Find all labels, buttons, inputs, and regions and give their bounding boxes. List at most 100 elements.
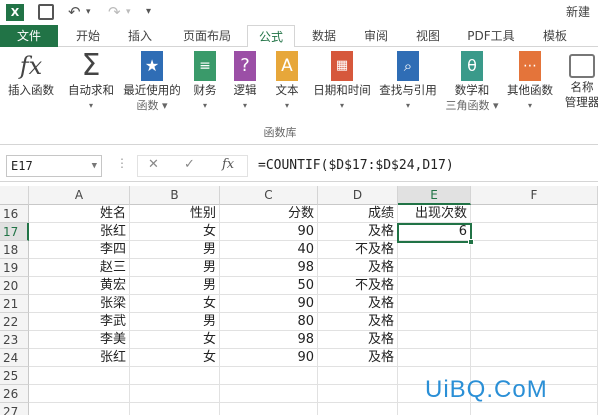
tab-page-layout[interactable]: 页面布局 bbox=[172, 25, 242, 47]
autosum-button[interactable]: Σ 自动求和 ▾ bbox=[64, 51, 118, 113]
cell-a[interactable] bbox=[29, 385, 130, 403]
cell-a[interactable]: 姓名 bbox=[29, 205, 130, 223]
cell-c[interactable]: 90 bbox=[220, 223, 318, 241]
cell-a[interactable] bbox=[29, 403, 130, 415]
date-time-button[interactable]: ▦ 日期和时间 ▾ bbox=[308, 51, 376, 113]
row-header[interactable]: 23 bbox=[0, 331, 29, 349]
cell-f[interactable] bbox=[471, 277, 598, 295]
customize-toolbar-icon[interactable]: ▾ bbox=[146, 3, 151, 21]
cell-d[interactable]: 及格 bbox=[318, 259, 398, 277]
tab-data[interactable]: 数据 bbox=[303, 25, 345, 47]
cell-c[interactable]: 98 bbox=[220, 331, 318, 349]
tab-formulas[interactable]: 公式 bbox=[247, 25, 295, 48]
cell-c[interactable]: 50 bbox=[220, 277, 318, 295]
cell-f[interactable] bbox=[471, 313, 598, 331]
insert-function-icon[interactable]: fx bbox=[222, 157, 234, 172]
cell-e[interactable]: 出现次数 bbox=[398, 205, 471, 223]
row-header[interactable]: 26 bbox=[0, 385, 29, 403]
cell-b[interactable]: 女 bbox=[130, 349, 220, 367]
cell-f[interactable] bbox=[471, 205, 598, 223]
cell-c[interactable]: 40 bbox=[220, 241, 318, 259]
cell-b[interactable]: 女 bbox=[130, 331, 220, 349]
enter-icon[interactable]: ✓ bbox=[184, 157, 195, 172]
cell-c[interactable]: 90 bbox=[220, 295, 318, 313]
cell-c[interactable]: 分数 bbox=[220, 205, 318, 223]
cell-b[interactable] bbox=[130, 403, 220, 415]
cell-d[interactable]: 及格 bbox=[318, 295, 398, 313]
column-header-f[interactable]: F bbox=[471, 186, 598, 205]
redo-dropdown-icon[interactable]: ▾ bbox=[126, 3, 131, 21]
cell-a[interactable]: 李四 bbox=[29, 241, 130, 259]
redo-icon[interactable]: ↷ bbox=[108, 3, 121, 21]
cell-d[interactable]: 及格 bbox=[318, 331, 398, 349]
tab-pdf-tools[interactable]: PDF工具 bbox=[460, 25, 522, 47]
cell-b[interactable]: 性别 bbox=[130, 205, 220, 223]
cell-a[interactable]: 张梁 bbox=[29, 295, 130, 313]
cell-f[interactable] bbox=[471, 259, 598, 277]
text-button[interactable]: A 文本 ▾ bbox=[270, 51, 304, 113]
cell-a[interactable]: 张红 bbox=[29, 223, 130, 241]
cancel-icon[interactable]: ✕ bbox=[148, 157, 159, 172]
save-icon[interactable] bbox=[38, 4, 54, 20]
tab-templates[interactable]: 模板 bbox=[532, 25, 578, 47]
row-header[interactable]: 22 bbox=[0, 313, 29, 331]
cell-e[interactable] bbox=[398, 277, 471, 295]
financial-button[interactable]: ≡ 财务 ▾ bbox=[188, 51, 222, 113]
row-header[interactable]: 16 bbox=[0, 205, 29, 223]
row-header[interactable]: 17 bbox=[0, 223, 29, 241]
tab-home[interactable]: 开始 bbox=[66, 25, 110, 47]
fill-handle[interactable] bbox=[468, 239, 474, 245]
cell-e[interactable] bbox=[398, 331, 471, 349]
cell-c[interactable] bbox=[220, 403, 318, 415]
row-header[interactable]: 18 bbox=[0, 241, 29, 259]
cell-b[interactable]: 男 bbox=[130, 313, 220, 331]
cell-a[interactable] bbox=[29, 367, 130, 385]
lookup-reference-button[interactable]: ⌕ 查找与引用 ▾ bbox=[376, 51, 440, 113]
cell-c[interactable]: 80 bbox=[220, 313, 318, 331]
cell-b[interactable]: 男 bbox=[130, 259, 220, 277]
row-header[interactable]: 27 bbox=[0, 403, 29, 415]
cell-d[interactable]: 及格 bbox=[318, 313, 398, 331]
cell-f[interactable] bbox=[471, 349, 598, 367]
tab-review[interactable]: 审阅 bbox=[355, 25, 397, 47]
cell-d[interactable] bbox=[318, 403, 398, 415]
cell-d[interactable]: 不及格 bbox=[318, 277, 398, 295]
cell-d[interactable] bbox=[318, 385, 398, 403]
cell-b[interactable] bbox=[130, 385, 220, 403]
name-box-dropdown-icon[interactable]: ▼ bbox=[92, 156, 97, 176]
cell-c[interactable]: 90 bbox=[220, 349, 318, 367]
column-header-d[interactable]: D bbox=[318, 186, 398, 205]
cell-f[interactable] bbox=[471, 403, 598, 415]
undo-icon[interactable]: ↶ bbox=[68, 3, 81, 21]
cell-b[interactable]: 男 bbox=[130, 277, 220, 295]
recently-used-button[interactable]: ★ 最近使用的 函数 ▾ bbox=[120, 51, 184, 113]
more-functions-button[interactable]: ⋯ 其他函数 ▾ bbox=[502, 51, 558, 113]
column-header-a[interactable]: A bbox=[29, 186, 130, 205]
cell-f[interactable] bbox=[471, 331, 598, 349]
cell-e[interactable] bbox=[398, 241, 471, 259]
cell-e[interactable] bbox=[398, 313, 471, 331]
column-header-b[interactable]: B bbox=[130, 186, 220, 205]
cell-a[interactable]: 张红 bbox=[29, 349, 130, 367]
cell-d[interactable] bbox=[318, 367, 398, 385]
cell-c[interactable] bbox=[220, 385, 318, 403]
undo-dropdown-icon[interactable]: ▾ bbox=[86, 3, 91, 21]
cell-c[interactable] bbox=[220, 367, 318, 385]
cell-b[interactable]: 男 bbox=[130, 241, 220, 259]
cell-d[interactable]: 不及格 bbox=[318, 241, 398, 259]
cell-f[interactable] bbox=[471, 223, 598, 241]
row-header[interactable]: 21 bbox=[0, 295, 29, 313]
row-header[interactable]: 19 bbox=[0, 259, 29, 277]
math-trig-button[interactable]: θ 数学和 三角函数 ▾ bbox=[442, 51, 502, 113]
name-box[interactable]: E17 ▼ bbox=[6, 155, 102, 177]
tab-insert[interactable]: 插入 bbox=[118, 25, 162, 47]
row-header[interactable]: 24 bbox=[0, 349, 29, 367]
cell-b[interactable] bbox=[130, 367, 220, 385]
cell-b[interactable]: 女 bbox=[130, 295, 220, 313]
cell-b[interactable]: 女 bbox=[130, 223, 220, 241]
cell-d[interactable]: 及格 bbox=[318, 223, 398, 241]
row-header[interactable]: 25 bbox=[0, 367, 29, 385]
insert-function-button[interactable]: fx 插入函数 bbox=[2, 51, 60, 98]
cell-e[interactable] bbox=[398, 295, 471, 313]
tab-file[interactable]: 文件 bbox=[0, 25, 58, 47]
